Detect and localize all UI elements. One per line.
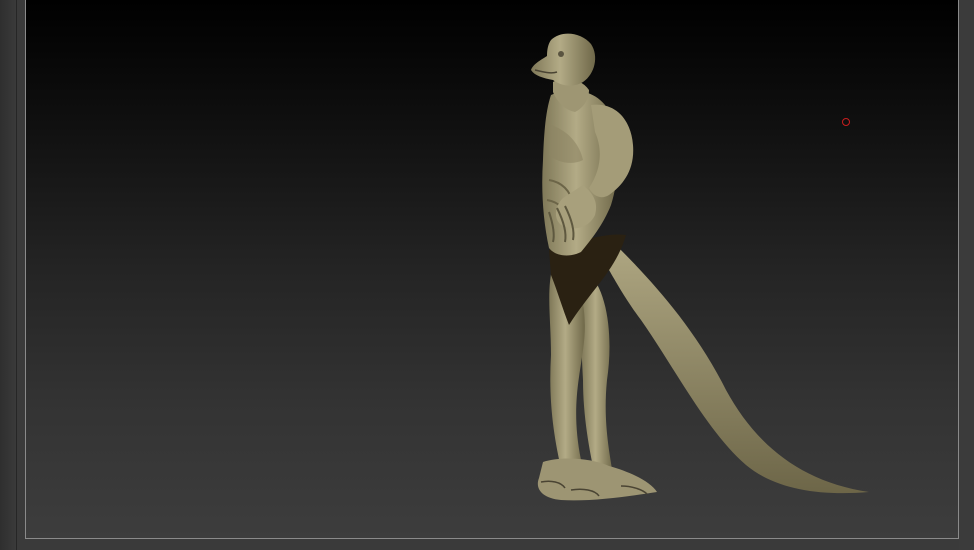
brush-cursor-icon: [842, 118, 850, 126]
document-canvas-viewport[interactable]: [25, 0, 959, 539]
left-tool-shelf[interactable]: [0, 0, 17, 550]
bottom-status-bar: [17, 539, 959, 550]
sculpt-model-lizard-figure[interactable]: [491, 20, 891, 520]
sculpt-application: [0, 0, 974, 550]
right-tool-shelf[interactable]: [959, 0, 974, 550]
